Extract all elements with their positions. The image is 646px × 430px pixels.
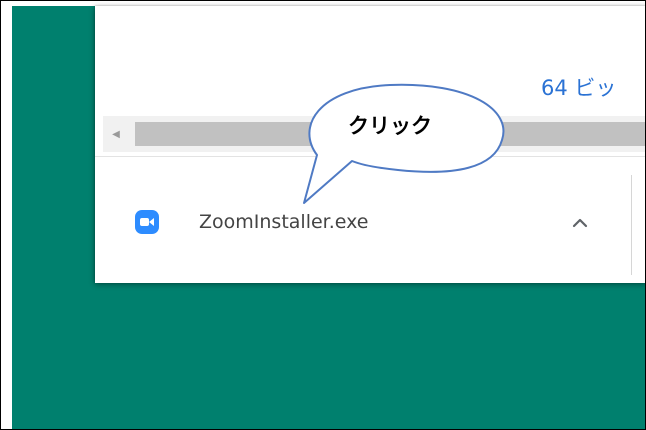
chevron-up-icon [572, 218, 588, 228]
zoom-app-icon [135, 210, 159, 234]
download-file-name[interactable]: ZoomInstaller.exe [199, 211, 368, 233]
scroll-left-arrow-icon[interactable]: ◀ [103, 116, 129, 152]
callout-text: クリック [348, 114, 432, 138]
partial-heading-text: 64 ビッ [541, 76, 617, 100]
shelf-divider [631, 175, 632, 275]
browser-window: 64 ビッ ◀ ZoomInstaller.exe [95, 6, 646, 283]
download-shelf: ZoomInstaller.exe [95, 156, 646, 283]
download-options-button[interactable] [565, 207, 595, 237]
download-item[interactable]: ZoomInstaller.exe [135, 202, 368, 242]
